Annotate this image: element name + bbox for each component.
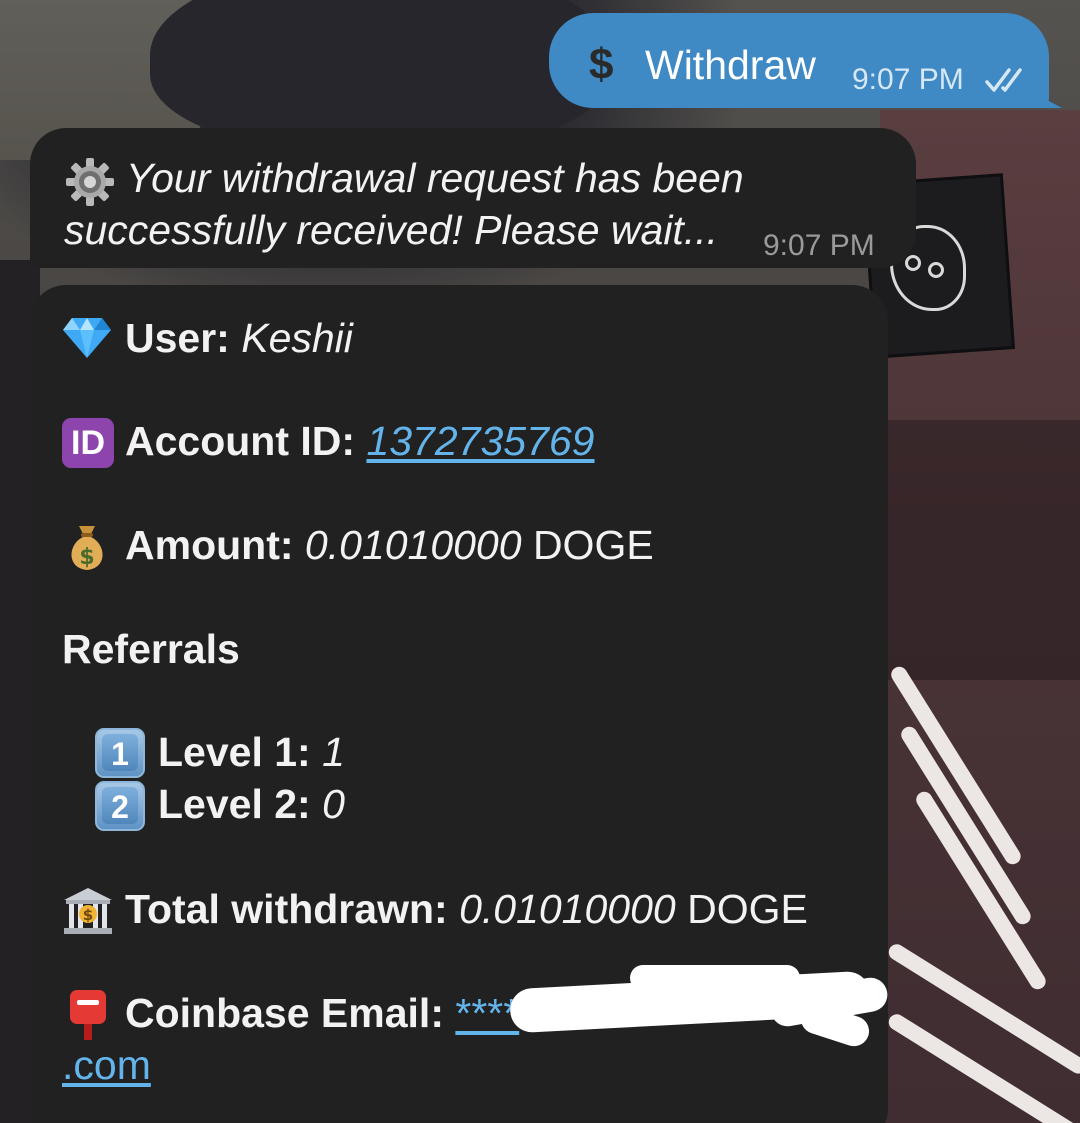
- wallpaper-doodle-eye: [905, 255, 921, 271]
- svg-text:$: $: [83, 906, 93, 924]
- referrals-heading-text: Referrals: [62, 626, 240, 672]
- gem-icon: [63, 318, 111, 358]
- gear-icon: [66, 158, 114, 206]
- status-message-time: 9:07 PM: [763, 229, 875, 262]
- total-withdrawn-unit: DOGE: [687, 886, 808, 932]
- postbox-icon: [70, 990, 106, 1040]
- account-id-link[interactable]: 1372735769: [366, 418, 594, 464]
- level-1-value: 1: [322, 729, 345, 775]
- keycap-one-icon: 1: [95, 728, 145, 778]
- coinbase-email-continuation: .com: [62, 1040, 151, 1090]
- user-row: User: Keshii: [125, 313, 353, 363]
- amount-label: Amount:: [125, 522, 294, 568]
- coinbase-email-domain-link[interactable]: .com: [62, 1042, 151, 1088]
- account-id-row: Account ID: 1372735769: [125, 416, 594, 466]
- id-icon-text: ID: [71, 424, 105, 462]
- keycap-two-digit: 2: [102, 787, 138, 825]
- coinbase-email-row: Coinbase Email: ****: [125, 988, 519, 1038]
- total-withdrawn-value: 0.01010000: [459, 886, 676, 932]
- account-id-label: Account ID:: [125, 418, 356, 464]
- referrals-heading: Referrals: [62, 624, 240, 674]
- bank-icon: $: [64, 888, 112, 934]
- dollar-icon: $: [589, 40, 614, 89]
- svg-text:$: $: [79, 545, 94, 570]
- status-message-line-2: successfully received! Please wait...: [64, 207, 718, 253]
- amount-row: Amount: 0.01010000 DOGE: [125, 520, 654, 570]
- redaction-scribble: [630, 965, 800, 991]
- outgoing-message-text: Withdraw: [645, 42, 816, 88]
- user-label: User:: [125, 315, 230, 361]
- amount-unit: DOGE: [532, 522, 654, 568]
- keycap-one-digit: 1: [102, 734, 138, 772]
- total-withdrawn-row: Total withdrawn: 0.01010000 DOGE: [125, 884, 808, 934]
- level-1-label: Level 1:: [158, 729, 311, 775]
- user-value: Keshii: [241, 315, 353, 361]
- referral-level-2-row: Level 2: 0: [158, 779, 345, 829]
- money-bag-icon: $: [71, 526, 103, 570]
- wallpaper-doodle-eye: [928, 262, 944, 278]
- outgoing-message-time: 9:07 PM: [852, 63, 964, 96]
- coinbase-email-label: Coinbase Email:: [125, 990, 444, 1036]
- status-message-line-1: Your withdrawal request has been: [126, 155, 744, 201]
- wallpaper-jacket-shade: [880, 420, 1080, 680]
- double-check-icon: [985, 68, 1022, 92]
- amount-value: 0.01010000: [304, 522, 522, 568]
- level-2-value: 0: [322, 781, 345, 827]
- referral-level-1-row: Level 1: 1: [158, 727, 345, 777]
- level-2-label: Level 2:: [158, 781, 311, 827]
- keycap-two-icon: 2: [95, 781, 145, 831]
- total-withdrawn-label: Total withdrawn:: [125, 886, 448, 932]
- id-icon: ID: [62, 418, 114, 468]
